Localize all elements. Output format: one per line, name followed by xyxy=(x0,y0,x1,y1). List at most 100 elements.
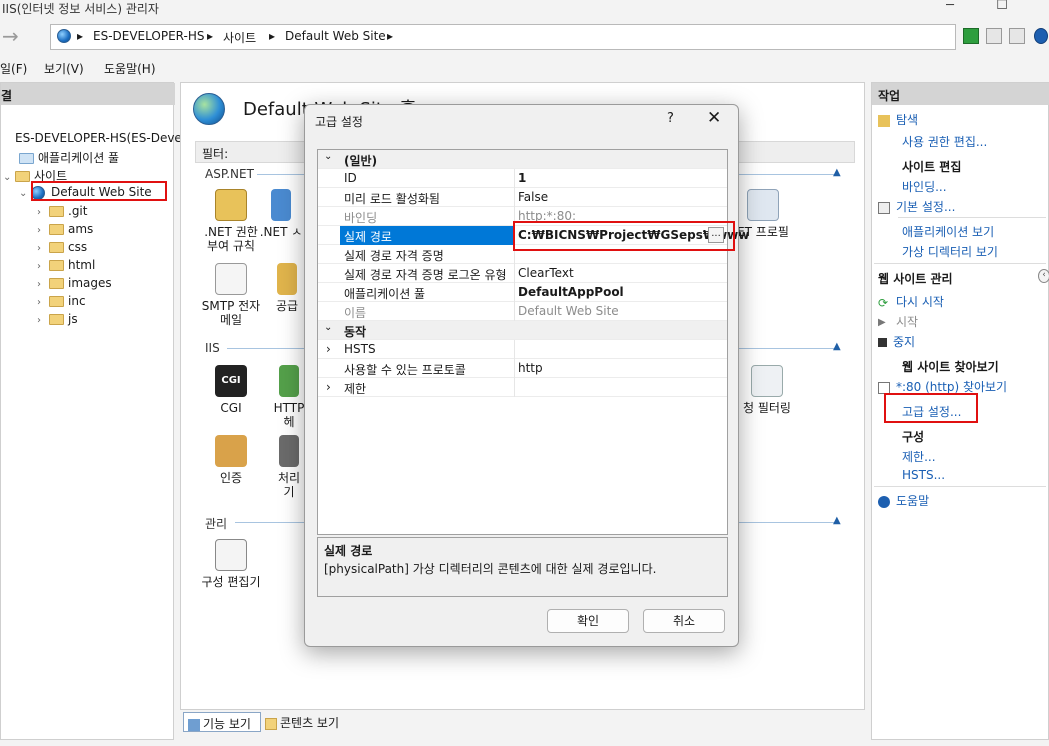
section-edit-site: 사이트 편집 xyxy=(902,160,962,174)
property-row[interactable]: › HSTS xyxy=(318,340,727,359)
chevron-right-icon[interactable]: › xyxy=(326,380,331,394)
view-vdirs-link[interactable]: 가상 디렉터리 보기 xyxy=(902,243,998,260)
feature-net-partial[interactable]: .NET ㅅ xyxy=(259,189,303,239)
tree-folder[interactable]: › images xyxy=(37,276,112,290)
feature-smtp[interactable]: SMTP 전자 메일 xyxy=(199,263,263,327)
chevron-right-icon: › xyxy=(37,243,41,254)
annotation-highlight-site xyxy=(31,181,167,201)
filter-icon xyxy=(751,365,783,397)
bindings-link[interactable]: 바인딩... xyxy=(902,178,947,195)
chevron-down-icon: ⌄ xyxy=(19,188,28,199)
advanced-settings-dialog: 고급 설정 ? ✕ ⌄ (일반) ID 1 미리 로드 활성화됨 False 바… xyxy=(304,104,749,647)
section-browse-site: 웹 사이트 찾아보기 xyxy=(902,360,999,374)
start-link[interactable]: ▶ 시작 xyxy=(878,313,918,330)
back-arrow-icon[interactable]: → xyxy=(2,24,32,52)
folder-icon xyxy=(49,242,64,253)
feature-request-filter[interactable]: 청 필터링 xyxy=(727,365,807,415)
chevron-right-icon: ▸ xyxy=(207,29,214,43)
tab-content-view[interactable]: 콘텐츠 보기 xyxy=(265,714,339,731)
home-icon[interactable] xyxy=(1009,28,1025,44)
menu-view[interactable]: 보기(V) xyxy=(44,60,84,77)
document-icon xyxy=(215,539,247,571)
window-title: IIS(인터넷 정보 서비스) 관리자 xyxy=(2,2,159,16)
folder-icon xyxy=(49,314,64,325)
tree-server[interactable]: ES-DEVELOPER-HS(ES-Devel xyxy=(3,131,185,145)
feature-http[interactable]: HTTP 헤 xyxy=(273,365,305,429)
feature-config-editor[interactable]: 구성 편집기 xyxy=(195,539,267,589)
stop-link[interactable]: 중지 xyxy=(878,333,915,350)
breadcrumb-sites[interactable]: 사이트 xyxy=(223,29,256,46)
chevron-down-icon: ⌄ xyxy=(324,322,333,333)
property-grid: ⌄ (일반) ID 1 미리 로드 활성화됨 False 바인딩 http:*:… xyxy=(317,149,749,535)
globe-icon xyxy=(57,28,71,43)
basic-settings-link[interactable]: 기본 설정... xyxy=(878,198,955,215)
feature-handler[interactable]: 처리기 xyxy=(273,435,305,499)
stop-icon[interactable] xyxy=(986,28,1002,44)
chevron-right-icon: › xyxy=(37,207,41,218)
feature-cgi[interactable]: CGI CGI xyxy=(199,365,263,415)
property-row[interactable]: 실제 경로 자격 증명 로그온 유형 ClearText xyxy=(318,264,727,283)
app-pool-icon xyxy=(19,153,34,164)
minimize-button[interactable]: ─ xyxy=(940,0,960,14)
property-row[interactable]: 애플리케이션 풀 DefaultAppPool xyxy=(318,283,727,302)
cancel-button[interactable]: 취소 xyxy=(643,609,725,633)
menu-file[interactable]: 일(F) xyxy=(0,60,27,77)
description-title: 실제 경로 xyxy=(324,544,373,558)
chevron-down-icon: ⌄ xyxy=(3,172,12,183)
tree-folder[interactable]: › html xyxy=(37,258,95,272)
tree-folder[interactable]: › css xyxy=(37,240,87,254)
feature-public[interactable]: 공급 xyxy=(271,263,303,313)
actions-header: 작업 xyxy=(872,83,1049,105)
description-box: 실제 경로 [physicalPath] 가상 디렉터리의 콘텐츠에 대한 실제… xyxy=(317,537,728,597)
collapse-icon[interactable]: ▲ xyxy=(833,341,841,352)
key-icon xyxy=(277,263,297,295)
collapse-icon[interactable]: ‹ xyxy=(1038,269,1049,283)
chevron-down-icon: ⌄ xyxy=(324,151,333,162)
address-bar[interactable]: ▸ ES-DEVELOPER-HS ▸ 사이트 ▸ Default Web Si… xyxy=(50,24,956,50)
dialog-close-button[interactable]: ✕ xyxy=(707,108,721,128)
ok-button[interactable]: 확인 xyxy=(547,609,629,633)
filter-label: 필터: xyxy=(202,147,229,161)
breadcrumb-server[interactable]: ES-DEVELOPER-HS xyxy=(93,29,205,43)
property-row[interactable]: › 제한 xyxy=(318,378,727,397)
tree-folder[interactable]: › .git xyxy=(37,204,87,218)
tree-folder[interactable]: › js xyxy=(37,312,78,326)
help-icon xyxy=(878,495,890,508)
chevron-right-icon[interactable]: › xyxy=(326,342,331,356)
property-row[interactable]: 미리 로드 활성화됨 False xyxy=(318,188,727,207)
help-link[interactable]: 도움말 xyxy=(878,492,929,509)
http-icon xyxy=(279,365,299,397)
edit-permissions-link[interactable]: 사용 권한 편집... xyxy=(902,133,987,150)
restart-link[interactable]: ⟳ 다시 시작 xyxy=(878,293,944,310)
maximize-button[interactable]: ☐ xyxy=(992,0,1012,14)
category-behavior[interactable]: ⌄ 동작 xyxy=(318,321,727,340)
folder-icon xyxy=(49,296,64,307)
tree-folder[interactable]: › ams xyxy=(37,222,93,236)
limits-link[interactable]: 제한... xyxy=(902,448,936,465)
chevron-right-icon: › xyxy=(37,315,41,326)
collapse-icon[interactable]: ▲ xyxy=(833,167,841,178)
dialog-help-button[interactable]: ? xyxy=(667,111,674,126)
tab-features-view[interactable]: 기능 보기 xyxy=(183,712,261,732)
collapse-icon[interactable]: ▲ xyxy=(833,515,841,526)
menu-help[interactable]: 도움말(H) xyxy=(104,60,156,77)
hsts-link[interactable]: HSTS... xyxy=(902,468,945,482)
refresh-icon[interactable] xyxy=(963,28,979,44)
group-iis: IIS xyxy=(205,341,220,355)
feature-auth[interactable]: 인증 xyxy=(199,435,263,485)
category-general[interactable]: ⌄ (일반) xyxy=(318,150,727,169)
group-aspnet: ASP.NET xyxy=(205,167,254,181)
help-icon[interactable] xyxy=(1034,28,1048,44)
property-row[interactable]: 이름 Default Web Site xyxy=(318,302,727,321)
property-row[interactable]: ID 1 xyxy=(318,169,727,188)
view-apps-link[interactable]: 애플리케이션 보기 xyxy=(902,223,994,240)
folder-icon xyxy=(49,278,64,289)
explore-link[interactable]: 탐색 xyxy=(878,111,918,128)
site-globe-icon xyxy=(193,93,225,125)
property-row[interactable]: 사용할 수 있는 프로토콜 http xyxy=(318,359,727,378)
tree-app-pools[interactable]: 애플리케이션 풀 xyxy=(19,149,119,166)
tree-folder[interactable]: › inc xyxy=(37,294,86,308)
breadcrumb-site[interactable]: Default Web Site xyxy=(285,29,386,43)
feature-net-auth[interactable]: .NET 권한 부여 규칙 xyxy=(199,189,263,253)
content-icon xyxy=(265,717,277,730)
